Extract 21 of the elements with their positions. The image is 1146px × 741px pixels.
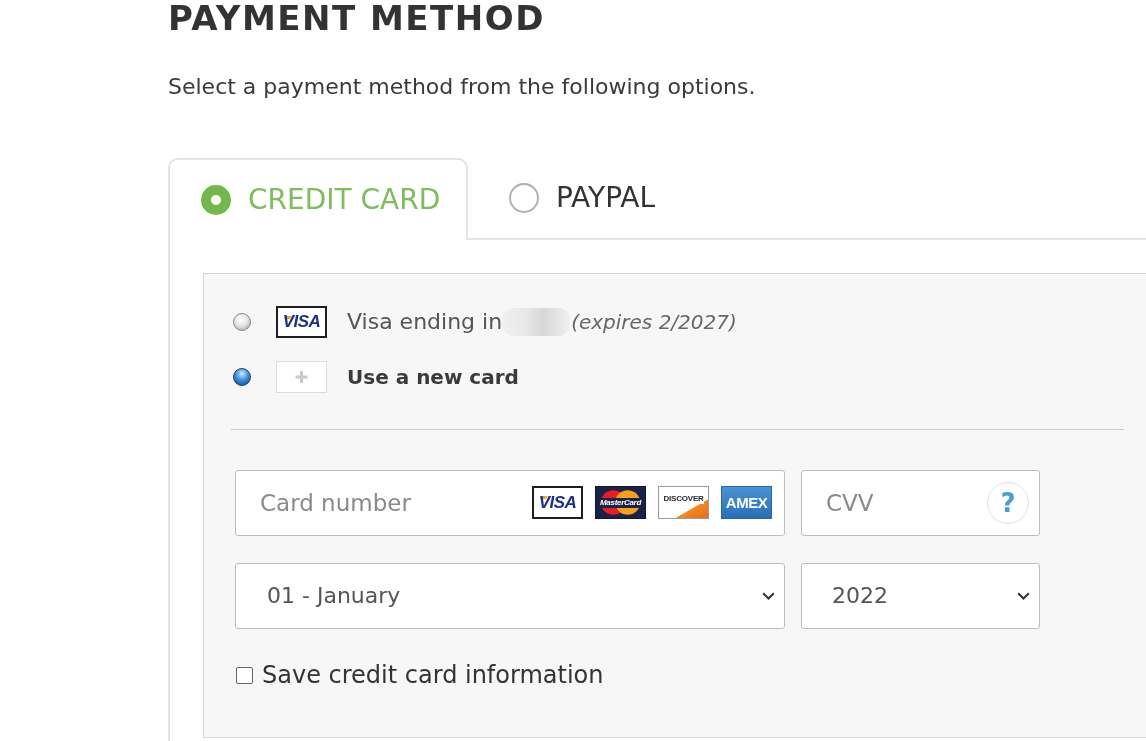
- card-brand-logo: VISA: [532, 486, 583, 519]
- radio-icon: [509, 183, 539, 213]
- chevron-down-icon: [1017, 592, 1030, 600]
- radio-button[interactable]: [233, 368, 251, 386]
- radio-icon: [201, 185, 231, 215]
- new-card-label: Use a new card: [347, 364, 519, 391]
- page-subtitle: Select a payment method from the following options.: [168, 73, 756, 101]
- card-brand-logo: MasterCard: [595, 486, 646, 519]
- save-card-label: Save credit card information: [262, 660, 604, 690]
- card-brand-logo: VISA: [276, 306, 327, 338]
- radio-button[interactable]: [233, 313, 251, 331]
- month-select[interactable]: 01 - January: [235, 563, 785, 629]
- expiry-note: (expires 2/2027): [571, 309, 737, 336]
- chevron-down-icon: [762, 592, 775, 600]
- page-title: PAYMENT METHOD: [168, 0, 545, 36]
- card-brand-logo: AMEX: [721, 486, 772, 519]
- card-brand-logo: DISCOVER: [658, 486, 709, 519]
- year-select[interactable]: 2022: [801, 563, 1040, 629]
- save-card-checkbox[interactable]: [236, 666, 253, 684]
- plus-icon: [276, 361, 327, 393]
- saved-card-label: Visa ending in: [347, 308, 503, 336]
